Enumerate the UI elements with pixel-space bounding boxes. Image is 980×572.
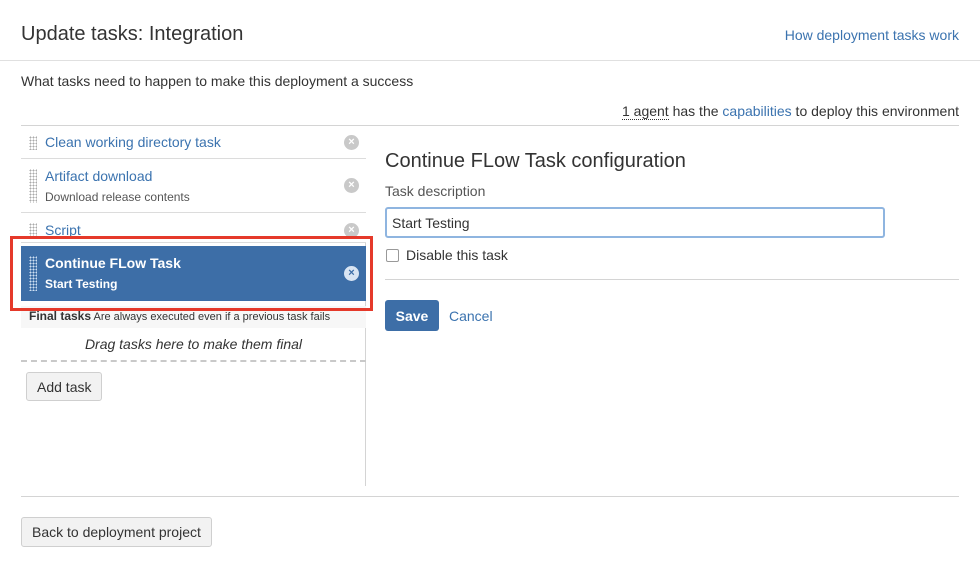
drag-handle-icon[interactable] bbox=[29, 256, 37, 291]
drag-handle-icon[interactable] bbox=[29, 169, 37, 203]
disable-task-row[interactable]: Disable this task bbox=[385, 247, 508, 263]
task-item-artifact[interactable]: Artifact download Download release conte… bbox=[21, 159, 366, 213]
config-divider bbox=[385, 279, 959, 280]
remove-task-icon[interactable]: × bbox=[344, 135, 359, 150]
intro-text: What tasks need to happen to make this d… bbox=[21, 73, 414, 89]
remove-task-icon[interactable]: × bbox=[344, 266, 359, 281]
cancel-link[interactable]: Cancel bbox=[449, 308, 493, 324]
drag-handle-icon[interactable] bbox=[29, 136, 37, 150]
save-button[interactable]: Save bbox=[385, 300, 439, 331]
task-description-label: Task description bbox=[385, 183, 486, 199]
page-title: Update tasks: Integration bbox=[21, 23, 244, 45]
task-config-panel: Continue FLow Task configuration Task de… bbox=[385, 126, 959, 486]
task-item-script[interactable]: Script × bbox=[21, 213, 366, 243]
task-name[interactable]: Continue FLow Task bbox=[45, 255, 181, 271]
help-link[interactable]: How deployment tasks work bbox=[785, 27, 959, 43]
header-divider bbox=[0, 60, 980, 61]
task-workspace: Clean working directory task × Artifact … bbox=[10, 125, 959, 486]
add-task-button[interactable]: Add task bbox=[26, 372, 103, 401]
task-subtitle: Start Testing bbox=[45, 277, 118, 291]
agent-text-1: has the bbox=[668, 103, 723, 119]
capabilities-link[interactable]: capabilities bbox=[722, 103, 791, 119]
agent-text-2: to deploy this environment bbox=[791, 103, 959, 119]
final-tasks-header: Final tasks Are always executed even if … bbox=[21, 306, 366, 328]
task-name[interactable]: Artifact download bbox=[45, 168, 152, 184]
disable-task-checkbox[interactable] bbox=[386, 248, 399, 262]
final-tasks-title: Final tasks bbox=[29, 309, 92, 323]
task-description-input[interactable] bbox=[385, 207, 885, 238]
remove-task-icon[interactable]: × bbox=[344, 223, 359, 238]
config-title: Continue FLow Task configuration bbox=[385, 150, 686, 172]
task-subtitle: Download release contents bbox=[45, 190, 190, 204]
task-name[interactable]: Script bbox=[45, 222, 81, 238]
remove-task-icon[interactable]: × bbox=[344, 178, 359, 193]
final-tasks-drop-zone[interactable]: Drag tasks here to make them final bbox=[21, 328, 366, 362]
page: Update tasks: Integration How deployment… bbox=[0, 0, 980, 572]
disable-task-label[interactable]: Disable this task bbox=[406, 247, 508, 263]
task-name[interactable]: Clean working directory task bbox=[45, 134, 221, 150]
task-item-continue-flow[interactable]: Continue FLow Task Start Testing × bbox=[21, 246, 366, 301]
back-to-deployment-project-button[interactable]: Back to deployment project bbox=[21, 517, 212, 547]
agent-count[interactable]: 1 agent bbox=[621, 103, 669, 120]
task-list: Clean working directory task × Artifact … bbox=[21, 126, 366, 486]
agent-capabilities-line: 1 agent has the capabilities to deploy t… bbox=[621, 103, 959, 120]
task-item-clean[interactable]: Clean working directory task × bbox=[21, 126, 366, 159]
final-tasks-description: Are always executed even if a previous t… bbox=[93, 311, 331, 323]
drag-handle-icon[interactable] bbox=[29, 223, 37, 237]
footer-divider bbox=[21, 496, 959, 497]
